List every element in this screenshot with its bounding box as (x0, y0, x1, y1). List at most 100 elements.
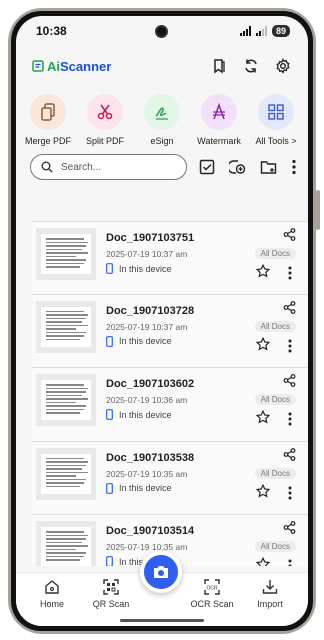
document-thumbnail[interactable] (36, 300, 96, 353)
thumbnail-text-line (46, 541, 82, 544)
document-location-label: In this device (119, 263, 172, 274)
document-location: In this device (106, 409, 172, 421)
document-row[interactable]: Doc_1907103602 2025-07-19 10:36 am In this… (32, 368, 308, 442)
star-icon[interactable] (256, 410, 270, 424)
camera-scan-button[interactable] (140, 551, 182, 593)
tool-watermark[interactable]: Watermark (191, 94, 247, 146)
document-row[interactable]: Doc_1907103728 2025-07-19 10:37 am In this… (32, 294, 308, 369)
document-list: Doc_1907103751 2025-07-19 10:37 am In this… (32, 221, 308, 566)
signature-icon (144, 94, 180, 130)
nav-ocr-scan[interactable]: OCR OCR Scan (184, 579, 240, 609)
tool-all-tools[interactable]: All Tools > (248, 94, 304, 146)
thumbnail-text-line (46, 471, 88, 474)
more-vertical-icon[interactable] (288, 412, 292, 426)
folder-tag-badge: All Docs (254, 320, 296, 332)
thumbnail-text-line (46, 310, 84, 313)
thumbnail-text-line (46, 314, 88, 316)
thumbnail-text-line (46, 559, 80, 561)
thumbnail-page (41, 234, 91, 274)
tool-merge-pdf[interactable]: Merge PDF (20, 94, 76, 146)
scissors-icon (87, 94, 123, 130)
tool-esign[interactable]: eSign (134, 94, 190, 146)
more-vertical-icon[interactable] (288, 339, 292, 353)
thumbnail-text-line (46, 464, 86, 467)
star-icon[interactable] (256, 264, 270, 278)
select-checkbox-icon[interactable] (199, 159, 215, 175)
thumbnail-text-line (46, 412, 80, 414)
document-title: Doc_1907103538 (106, 451, 195, 464)
thumbnail-text-line (46, 555, 84, 558)
more-vertical-icon[interactable] (288, 266, 292, 280)
nav-label-ocr-scan: OCR Scan (190, 599, 234, 609)
tool-label: eSign (150, 136, 174, 146)
thumbnail-text-line (46, 398, 88, 400)
star-icon[interactable] (256, 483, 270, 498)
front-camera (155, 25, 168, 38)
ocr-scan-icon: OCR (204, 579, 220, 595)
search-input[interactable] (61, 161, 171, 173)
nav-qr-scan[interactable]: QR Scan (83, 579, 139, 609)
tool-split-pdf[interactable]: Split PDF (77, 94, 133, 146)
document-location: In this device (106, 263, 172, 274)
document-title: Doc_1907103602 (106, 378, 195, 391)
watermark-icon (201, 94, 237, 130)
import-icon (262, 580, 278, 594)
thumbnail-text-line (46, 545, 88, 547)
svg-text:OCR: OCR (206, 586, 218, 592)
document-thumbnail[interactable] (36, 228, 96, 280)
thumbnail-text-line (46, 475, 76, 477)
app-header: Ai Scanner (16, 50, 308, 82)
settings-gear-icon[interactable] (272, 55, 294, 77)
tool-label: Split PDF (85, 136, 124, 146)
nav-home[interactable]: Home (24, 579, 80, 609)
document-thumbnail[interactable] (36, 374, 96, 427)
document-row[interactable]: Doc_1907103538 2025-07-19 10:35 am In this… (32, 441, 308, 516)
thumbnail-text-line (46, 384, 84, 386)
share-icon[interactable] (283, 228, 296, 241)
thumbnail-text-line (46, 248, 82, 250)
scanner-logo-icon (32, 60, 44, 72)
new-folder-icon[interactable] (260, 159, 278, 175)
document-location: In this device (106, 482, 172, 494)
document-date: 2025-07-19 10:35 am (106, 542, 188, 553)
search-row (30, 154, 296, 180)
bottom-nav: Home QR Scan OCR OCR Scan Import (16, 551, 308, 626)
star-icon[interactable] (256, 336, 270, 351)
thumbnail-text-line (46, 405, 86, 407)
star-icon[interactable] (256, 557, 270, 566)
thumbnail-page (41, 306, 91, 347)
share-icon[interactable] (283, 374, 296, 388)
thumbnail-text-line (46, 262, 84, 264)
nav-label-home: Home (39, 599, 64, 609)
header-actions (208, 55, 294, 77)
share-icon[interactable] (283, 521, 296, 535)
more-vertical-icon[interactable] (288, 559, 292, 566)
tool-label: Merge PDF (24, 136, 71, 146)
sync-icon[interactable] (240, 55, 262, 77)
more-vertical-icon[interactable] (288, 486, 292, 500)
document-thumbnail[interactable] (36, 521, 96, 566)
more-vertical-icon[interactable] (292, 159, 296, 175)
nav-label-qr-scan: QR Scan (92, 599, 130, 609)
logo-text-scanner: Scanner (60, 58, 112, 74)
document-row[interactable]: Doc_1907103751 2025-07-19 10:37 am In this… (32, 221, 308, 295)
document-title: Doc_1907103728 (106, 304, 195, 317)
screen: 10:38 89 Ai Scanner Merge PDF Split PDF … (16, 16, 308, 626)
thumbnail-text-line (46, 252, 88, 254)
thumbnail-text-line (46, 324, 88, 327)
logo-text-ai: Ai (47, 58, 60, 74)
bookmark-icon[interactable] (208, 55, 230, 77)
search-box[interactable] (30, 154, 187, 180)
camera-icon (154, 566, 168, 578)
thumbnail-text-line (46, 534, 88, 537)
list-actions (199, 159, 296, 175)
share-icon[interactable] (283, 300, 296, 314)
phone-icon (106, 409, 113, 421)
document-location: In this device (106, 335, 172, 347)
document-date: 2025-07-19 10:36 am (106, 395, 188, 406)
document-thumbnail[interactable] (36, 447, 96, 500)
share-icon[interactable] (283, 447, 296, 461)
thumbnail-text-line (46, 321, 82, 323)
nav-import[interactable]: Import (242, 579, 298, 609)
add-document-icon[interactable] (229, 159, 246, 175)
